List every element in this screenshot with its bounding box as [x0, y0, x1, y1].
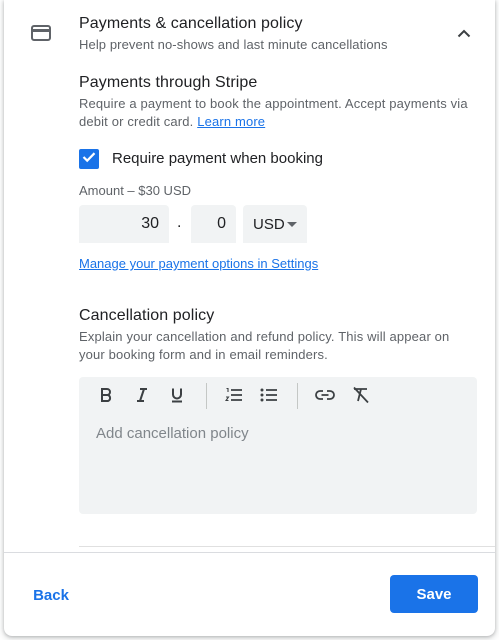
require-payment-checkbox[interactable]: [79, 149, 99, 169]
editor-placeholder: Add cancellation policy: [96, 425, 249, 442]
footer-divider: [4, 552, 495, 553]
amount-cents-input[interactable]: 0: [191, 205, 236, 243]
link-button[interactable]: [313, 385, 337, 409]
toolbar-divider: [206, 383, 207, 409]
section-title: Payments & cancellation policy: [79, 15, 303, 32]
collapse-section-button[interactable]: [450, 20, 478, 48]
cancellation-description: Explain your cancellation and refund pol…: [79, 329, 450, 362]
credit-card-icon: [31, 25, 51, 41]
cancellation-policy-editor[interactable]: Add cancellation policy: [79, 377, 477, 514]
dropdown-arrow-icon: [287, 222, 297, 227]
section-subtitle: Help prevent no-shows and last minute ca…: [79, 37, 388, 52]
link-icon: [315, 388, 335, 406]
numbered-list-icon: [224, 387, 243, 408]
decimal-separator: .: [177, 214, 182, 231]
toolbar-divider: [297, 383, 298, 409]
payments-description-text: Require a payment to book the appointmen…: [79, 96, 468, 129]
numbered-list-button[interactable]: [222, 385, 246, 409]
payments-settings-card: Payments & cancellation policy Help prev…: [4, 0, 495, 636]
underline-icon: [169, 387, 185, 408]
bold-icon: [98, 387, 114, 408]
require-payment-label: Require payment when booking: [112, 150, 323, 167]
save-button[interactable]: Save: [390, 575, 478, 613]
card-content: Payments & cancellation policy Help prev…: [4, 0, 495, 552]
clear-formatting-icon: [352, 386, 370, 409]
manage-payment-options-link[interactable]: Manage your payment options in Settings: [79, 256, 318, 271]
bulleted-list-icon: [260, 387, 278, 408]
chevron-up-icon: [457, 25, 471, 43]
bulleted-list-button[interactable]: [257, 385, 281, 409]
underline-button[interactable]: [165, 385, 189, 409]
section-divider: [79, 546, 495, 547]
learn-more-link[interactable]: Learn more: [197, 114, 265, 129]
payments-title: Payments through Stripe: [79, 74, 258, 91]
bold-button[interactable]: [94, 385, 118, 409]
currency-select[interactable]: USD: [243, 205, 307, 243]
clear-formatting-button[interactable]: [349, 385, 373, 409]
italic-button[interactable]: [130, 385, 154, 409]
italic-icon: [134, 387, 150, 408]
currency-value: USD: [253, 215, 285, 233]
amount-label: Amount – $30 USD: [79, 183, 192, 198]
check-icon: [82, 150, 96, 168]
cancellation-title: Cancellation policy: [79, 307, 215, 324]
payments-description: Require a payment to book the appointmen…: [79, 95, 479, 131]
back-button[interactable]: Back: [20, 577, 82, 613]
amount-whole-input[interactable]: 30: [79, 205, 169, 243]
